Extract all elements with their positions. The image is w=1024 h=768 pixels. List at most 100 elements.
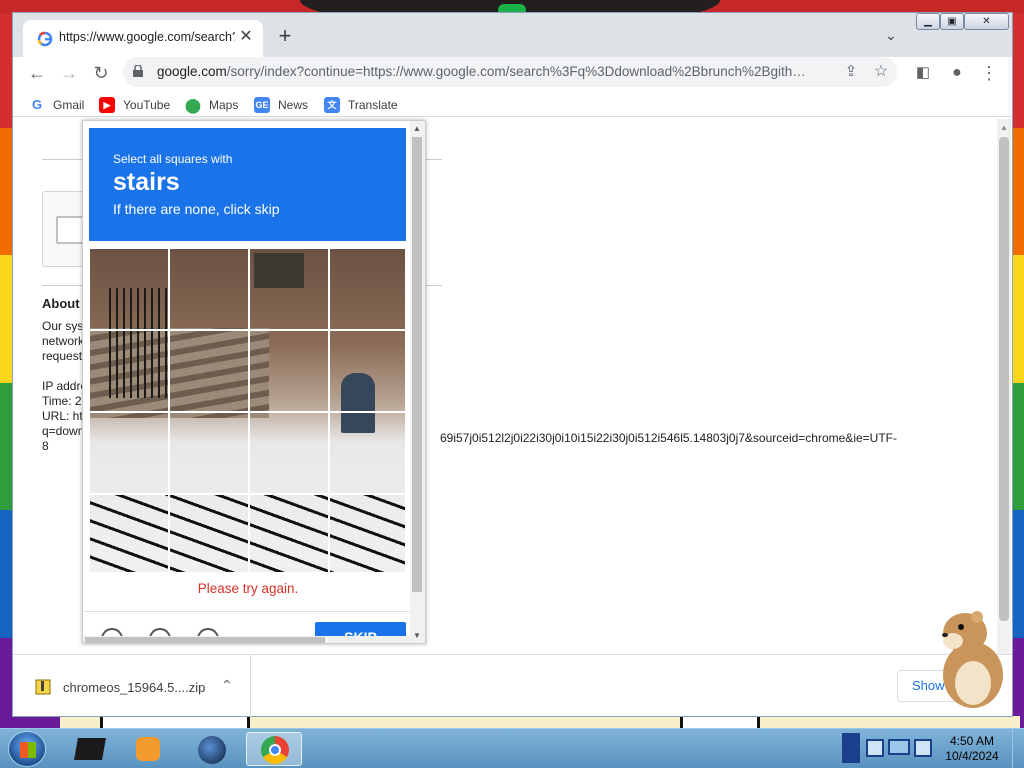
zip-file-icon (35, 679, 51, 695)
star-icon[interactable]: ☆ (869, 60, 893, 84)
url-text: google.com/sorry/index?continue=https://… (157, 64, 837, 79)
taskbar-app-virtualbox[interactable] (62, 732, 118, 766)
bookmark-youtube[interactable]: ▶ YouTube (99, 96, 170, 114)
lock-icon (133, 65, 143, 77)
bookmark-news[interactable]: GE News (254, 96, 308, 114)
maximize-button[interactable]: ▣ (940, 13, 964, 30)
para-line: network. (42, 334, 88, 348)
download-filename: chromeos_15964.5....zip (63, 680, 206, 695)
taskbar-app-globe[interactable] (184, 732, 240, 766)
captcha-tile[interactable] (89, 330, 169, 412)
chevron-up-icon[interactable]: ⌃ (221, 677, 233, 694)
bookmark-maps[interactable]: ⬤ Maps (185, 96, 238, 114)
tab-google-search[interactable]: https://www.google.com/search?q=download… (23, 20, 263, 57)
url-line: 8 (42, 439, 49, 453)
bookmark-label: News (278, 98, 309, 112)
captcha-header: Select all squares with stairs If there … (89, 128, 406, 241)
cube-icon (74, 738, 106, 760)
globe-icon (198, 736, 226, 764)
captcha-tile[interactable] (329, 494, 406, 573)
url-tail-text: 69i57j0i512l2j0i22i30j0i10i15i22i30j0i51… (440, 431, 897, 445)
close-window-button[interactable]: ✕ (964, 13, 1009, 30)
captcha-tile[interactable] (89, 248, 169, 330)
youtube-icon: ▶ (99, 97, 115, 113)
captcha-tile[interactable] (329, 412, 406, 494)
taskbar-app-media-player[interactable] (120, 732, 176, 766)
address-bar[interactable]: google.com/sorry/index?continue=https://… (123, 57, 897, 87)
tab-title: https://www.google.com/search?q=download… (59, 30, 235, 44)
captcha-horizontal-scrollbar[interactable] (83, 636, 410, 643)
clock-time: 4:50 AM (949, 734, 995, 748)
tab-search-chevron-icon[interactable]: ⌄ (885, 27, 897, 44)
captcha-challenge: Select all squares with stairs If there … (82, 120, 426, 644)
translate-icon: 文 (324, 97, 340, 113)
tab-strip: https://www.google.com/search?q=download… (13, 13, 1012, 57)
clock-date: 10/4/2024 (945, 749, 999, 763)
volume-icon[interactable] (914, 739, 932, 757)
reload-icon[interactable]: ↻ (89, 61, 113, 85)
bookmark-gmail[interactable]: G Gmail (29, 96, 84, 114)
scroll-up-arrow-icon[interactable]: ▲ (1000, 123, 1008, 132)
taskbar-app-chrome[interactable] (246, 732, 302, 766)
captcha-image-grid (89, 248, 406, 573)
system-tray (842, 731, 938, 765)
show-desktop-button[interactable] (1012, 729, 1024, 768)
hamster-pet-image (942, 611, 1003, 708)
captcha-tile[interactable] (169, 412, 249, 494)
captcha-tile[interactable] (249, 494, 329, 573)
captcha-tile[interactable] (249, 330, 329, 412)
toolbar: ← → ↻ google.com/sorry/index?continue=ht… (13, 57, 1012, 89)
network-icon[interactable] (866, 739, 884, 757)
clock[interactable]: 4:50 AM 10/4/2024 (940, 734, 1004, 764)
scroll-down-arrow-icon[interactable]: ▼ (413, 631, 421, 640)
captcha-tile[interactable] (89, 412, 169, 494)
google-g-icon (37, 31, 53, 47)
maps-icon: ⬤ (185, 97, 201, 113)
tray-arrow-icon[interactable] (842, 733, 860, 763)
captcha-hint: If there are none, click skip (113, 201, 280, 217)
bookmark-translate[interactable]: 文 Translate (324, 96, 398, 114)
captcha-tile[interactable] (329, 248, 406, 330)
scroll-up-arrow-icon[interactable]: ▲ (413, 124, 421, 133)
share-icon[interactable]: ⇪ (839, 60, 863, 84)
captcha-tile[interactable] (249, 248, 329, 330)
display-icon[interactable] (888, 739, 910, 755)
url-path: /sorry/index?continue=https://www.google… (226, 64, 806, 79)
chrome-icon (261, 736, 289, 764)
side-panel-icon[interactable]: ◧ (911, 61, 935, 85)
back-arrow-icon[interactable]: ← (25, 61, 49, 85)
tab-close-icon[interactable]: ✕ (237, 28, 255, 46)
captcha-tile[interactable] (329, 330, 406, 412)
minimize-button[interactable]: ▁ (916, 13, 940, 30)
menu-kebab-icon[interactable]: ⋮ (977, 61, 1001, 85)
scrollbar-thumb[interactable] (412, 137, 422, 592)
bookmark-label: Gmail (53, 98, 85, 112)
url-host: google.com (157, 64, 227, 79)
captcha-tile[interactable] (169, 248, 249, 330)
captcha-scrollbar[interactable]: ▲ ▼ (410, 121, 425, 643)
captcha-tile[interactable] (89, 494, 169, 573)
bookmark-label: Translate (348, 98, 398, 112)
scrollbar-thumb[interactable] (85, 637, 325, 643)
page-scrollbar[interactable]: ▲ (997, 119, 1011, 654)
download-item[interactable]: chromeos_15964.5....zip ⌃ (13, 655, 251, 717)
media-player-icon (136, 737, 160, 761)
bookmarks-bar: G Gmail ▶ YouTube ⬤ Maps GE News 文 Trans… (13, 91, 1012, 117)
bookmark-label: YouTube (123, 98, 171, 112)
captcha-target: stairs (113, 168, 180, 196)
windows-logo-icon (20, 742, 36, 758)
taskbar: 4:50 AM 10/4/2024 (0, 728, 1024, 768)
captcha-tile[interactable] (169, 330, 249, 412)
captcha-error-text: Please try again. (197, 581, 299, 596)
recaptcha-checkbox[interactable] (56, 216, 84, 244)
captcha-tile[interactable] (169, 494, 249, 573)
new-tab-button[interactable]: + (273, 25, 297, 49)
download-bar: chromeos_15964.5....zip ⌃ Show all (13, 654, 1012, 717)
scrollbar-thumb[interactable] (999, 137, 1009, 621)
gmail-icon: G (31, 97, 43, 112)
captcha-tile[interactable] (249, 412, 329, 494)
forward-arrow-icon[interactable]: → (57, 61, 81, 85)
news-icon: GE (254, 97, 270, 113)
profile-avatar-icon[interactable]: ● (945, 61, 969, 85)
start-button[interactable] (8, 731, 46, 767)
